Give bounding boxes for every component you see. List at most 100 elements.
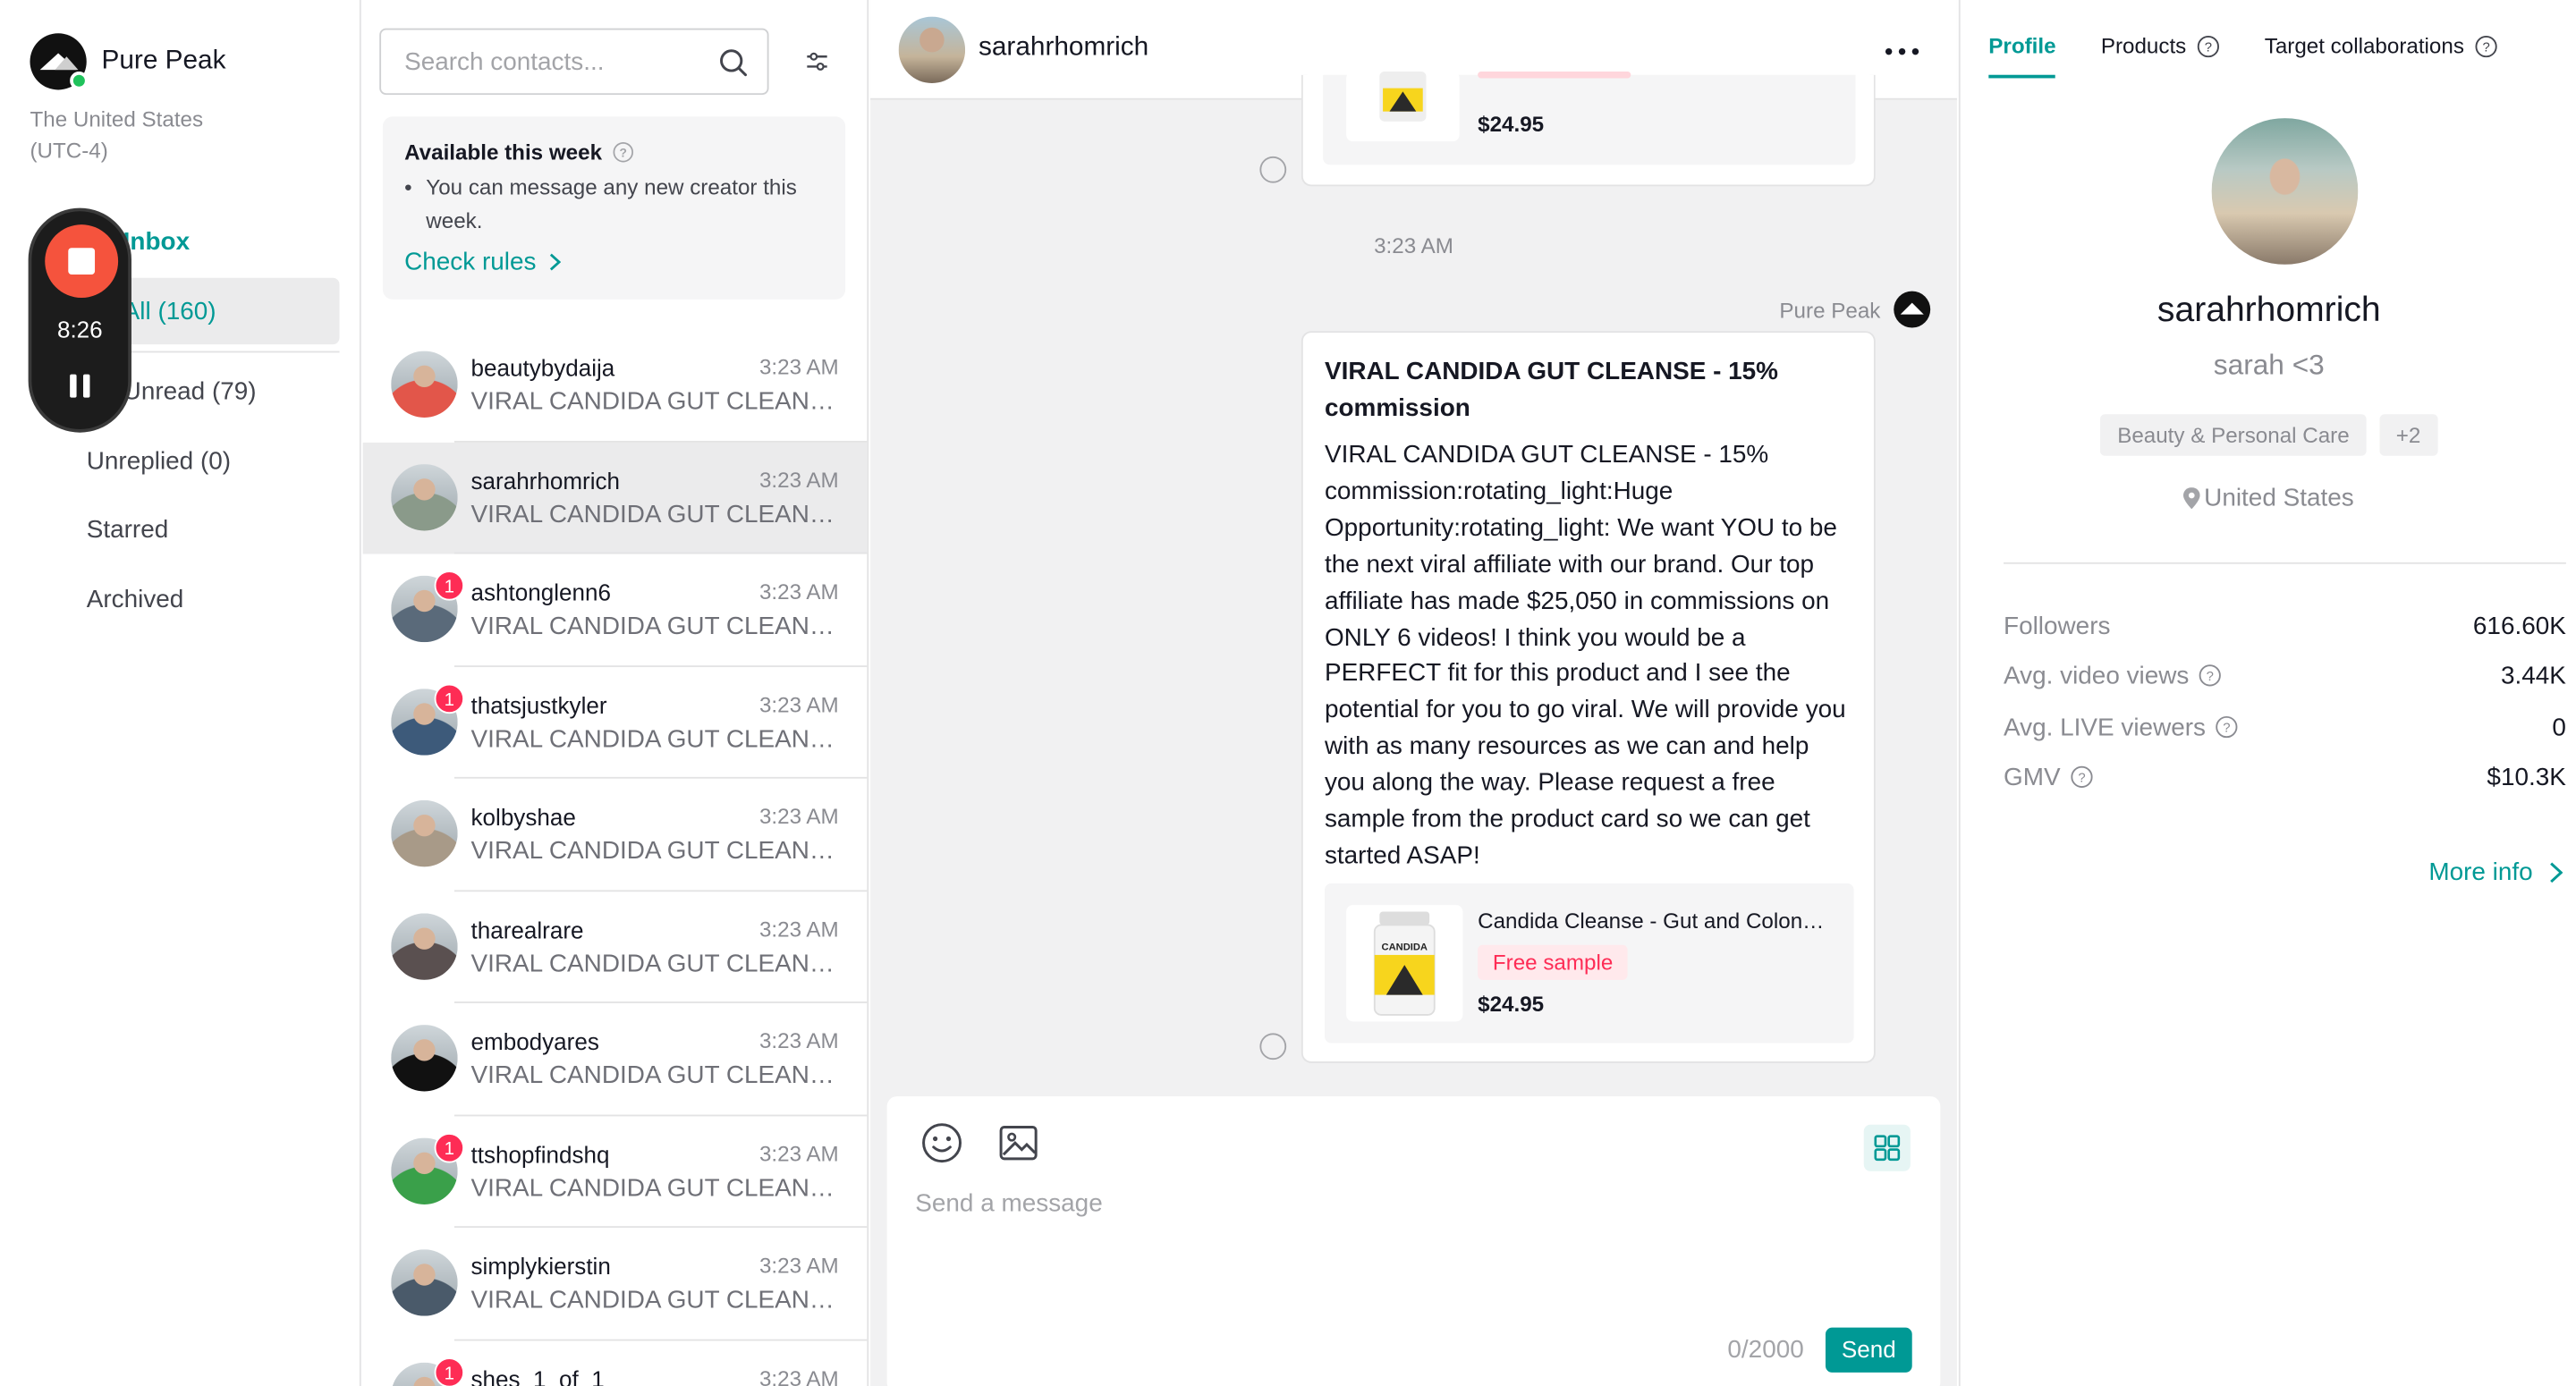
- contact-list-item[interactable]: 1 ashtonglenn6 3:23 AM VIRAL CANDIDA GUT CL…: [363, 554, 868, 667]
- stat-label-row: Avg. LIVE viewers ?: [2004, 713, 2239, 741]
- profile-divider: [2004, 562, 2566, 564]
- contact-list-item[interactable]: tharealrare 3:23 AM VIRAL CANDIDA GUT CLEA…: [363, 891, 868, 1003]
- help-icon[interactable]: ?: [2196, 34, 2219, 57]
- filter-icon[interactable]: [805, 50, 828, 73]
- contact-list-item[interactable]: beautybydaija 3:23 AM VIRAL CANDIDA GUT CL…: [363, 329, 868, 442]
- contact-preview: VIRAL CANDIDA GUT CLEANSE - 15% commissi…: [470, 387, 841, 417]
- contact-name: ashtonglenn6: [470, 579, 611, 606]
- nav-item-label: Archived: [86, 584, 184, 613]
- contact-time: 3:23 AM: [758, 803, 839, 829]
- search-input[interactable]: [381, 30, 698, 94]
- contact-time: 3:23 AM: [758, 691, 839, 716]
- help-icon[interactable]: ?: [612, 141, 633, 163]
- contact-list-item[interactable]: 1shes_1_of_13:23 AMVIRAL CANDIDA GUT CLE…: [363, 1340, 868, 1386]
- chat-contact-name[interactable]: sarahrhomrich: [979, 33, 1148, 63]
- contact-preview: VIRAL CANDIDA GUT CLEANSE - 15% commissi…: [470, 612, 841, 641]
- tab-profile[interactable]: Profile: [1988, 33, 2056, 79]
- free-sample-tag-edge: [1478, 72, 1631, 79]
- message-input[interactable]: [915, 1189, 1897, 1323]
- svg-text:?: ?: [2204, 40, 2211, 55]
- image-icon[interactable]: [998, 1125, 1038, 1162]
- unread-badge: 1: [434, 1132, 465, 1162]
- contact-list-item[interactable]: simplykierstin 3:23 AM VIRAL CANDIDA GUT C…: [363, 1228, 868, 1340]
- contact-time: 3:23 AM: [758, 466, 839, 492]
- previous-product-card[interactable]: $24.95: [1323, 72, 1856, 165]
- pause-icon[interactable]: [68, 374, 91, 398]
- contact-list-item[interactable]: 1 thatsjustkyler 3:23 AM VIRAL CANDIDA GUT …: [363, 666, 868, 779]
- shop-header[interactable]: Pure Peak: [30, 33, 226, 90]
- svg-text:?: ?: [2207, 670, 2214, 684]
- contact-time: 3:23 AM: [758, 1027, 839, 1053]
- message-title: VIRAL CANDIDA GUT CLEANSE - 15% commissi…: [1324, 358, 1779, 423]
- contact-time: 3:23 AM: [758, 579, 839, 604]
- contact-name: thatsjustkyler: [470, 691, 607, 718]
- availability-title-row: Available this week ?: [404, 139, 824, 165]
- stop-recording-button[interactable]: [45, 224, 119, 299]
- emoji-icon[interactable]: [920, 1121, 963, 1164]
- profile-nickname: sarah <3: [2213, 349, 2325, 382]
- stat-value: 0: [2552, 713, 2566, 741]
- tab-label: Products: [2100, 33, 2187, 59]
- more-info-label: More info: [2428, 858, 2533, 887]
- free-sample-badge: Free sample: [1478, 944, 1629, 980]
- chevron-right-icon: [2550, 862, 2563, 883]
- nav-item-archived[interactable]: Archived: [56, 566, 339, 632]
- contact-list-item[interactable]: embodyares 3:23 AM VIRAL CANDIDA GUT CLEAN…: [363, 1003, 868, 1116]
- message-bubble: VIRAL CANDIDA GUT CLEANSE - 15% commissi…: [1301, 331, 1876, 1063]
- sender-name: Pure Peak: [1779, 297, 1881, 323]
- profile-name: sarahrhomrich: [2157, 291, 2381, 330]
- stat-label: Avg. LIVE viewers: [2004, 713, 2207, 741]
- character-counter: 0/2000: [1727, 1335, 1804, 1365]
- tab-target-collaborations[interactable]: Target collaborations ?: [2265, 33, 2497, 78]
- nav-item-label: All (160): [123, 297, 216, 325]
- sender-avatar: [1894, 291, 1931, 328]
- profile-avatar[interactable]: [2211, 118, 2359, 265]
- message-body: VIRAL CANDIDA GUT CLEANSE - 15% commissi…: [1324, 441, 1846, 870]
- more-tags-badge[interactable]: +2: [2379, 414, 2437, 456]
- profile-tabs: Profile Products ? Target collaborations…: [1988, 33, 2542, 79]
- help-icon[interactable]: ?: [2474, 34, 2497, 57]
- stat-label: GMV: [2004, 763, 2061, 791]
- select-message-radio[interactable]: [1259, 1033, 1287, 1061]
- contact-list-item[interactable]: kolbyshae 3:23 AM VIRAL CANDIDA GUT CLEANS…: [363, 779, 868, 892]
- profile-location: United States: [1961, 484, 2576, 512]
- contact-avatar: [391, 1025, 458, 1092]
- contact-preview: VIRAL CANDIDA GUT CLEANSE - 15% commissi…: [470, 1286, 841, 1314]
- location-pin-icon: [2183, 487, 2201, 510]
- nav-item-unreplied[interactable]: Unreplied (0): [56, 427, 339, 494]
- help-icon[interactable]: ?: [2216, 715, 2239, 739]
- apps-grid-icon[interactable]: [1863, 1124, 1911, 1171]
- help-icon[interactable]: ?: [2071, 765, 2094, 789]
- category-tags: Beauty & Personal Care +2: [1961, 414, 2576, 456]
- category-tag: Beauty & Personal Care: [2100, 414, 2367, 456]
- product-card[interactable]: CANDIDA Candida Cleanse - Gut and Colon …: [1324, 883, 1854, 1044]
- app-root: Pure Peak The United States (UTC-4) Inbo…: [0, 0, 2576, 1386]
- contact-list-item[interactable]: 1 ttshopfindshq 3:23 AM VIRAL CANDIDA GUT C…: [363, 1115, 868, 1229]
- online-status-dot: [70, 72, 89, 90]
- check-rules-label: Check rules: [404, 248, 537, 276]
- help-icon[interactable]: ?: [2199, 663, 2223, 687]
- previous-message-card: $24.95: [1301, 72, 1876, 187]
- contact-list-item[interactable]: sarahrhomrich 3:23 AM VIRAL CANDIDA GUT CL…: [362, 441, 868, 554]
- chevron-right-icon: [550, 253, 562, 271]
- chat-contact-avatar[interactable]: [898, 16, 966, 84]
- search-icon[interactable]: [719, 48, 748, 77]
- product-price: $24.95: [1478, 991, 1545, 1017]
- availability-title: Available this week: [404, 139, 603, 165]
- more-options-icon[interactable]: [1884, 46, 1920, 56]
- select-message-radio[interactable]: [1259, 156, 1287, 183]
- send-button[interactable]: Send: [1825, 1327, 1912, 1373]
- stat-label: Followers: [2004, 611, 2111, 640]
- more-info-link[interactable]: More info: [2428, 858, 2563, 887]
- stat-value: $10.3K: [2487, 763, 2566, 791]
- tab-label: Target collaborations: [2264, 33, 2464, 59]
- contact-preview: VIRAL CANDIDA GUT CLEANSE - 15% commissi…: [470, 1173, 841, 1203]
- nav-item-starred[interactable]: Starred: [56, 495, 339, 562]
- contact-preview: VIRAL CANDIDA GUT CLEANSE - 15% commissi…: [470, 724, 841, 753]
- contact-avatar: [391, 351, 458, 418]
- availability-notice: Available this week ? You can message an…: [382, 116, 846, 300]
- unread-badge: 1: [434, 1356, 465, 1386]
- tab-products[interactable]: Products ?: [2101, 33, 2220, 78]
- check-rules-link[interactable]: Check rules: [404, 248, 824, 276]
- contact-name: beautybydaija: [470, 354, 615, 382]
